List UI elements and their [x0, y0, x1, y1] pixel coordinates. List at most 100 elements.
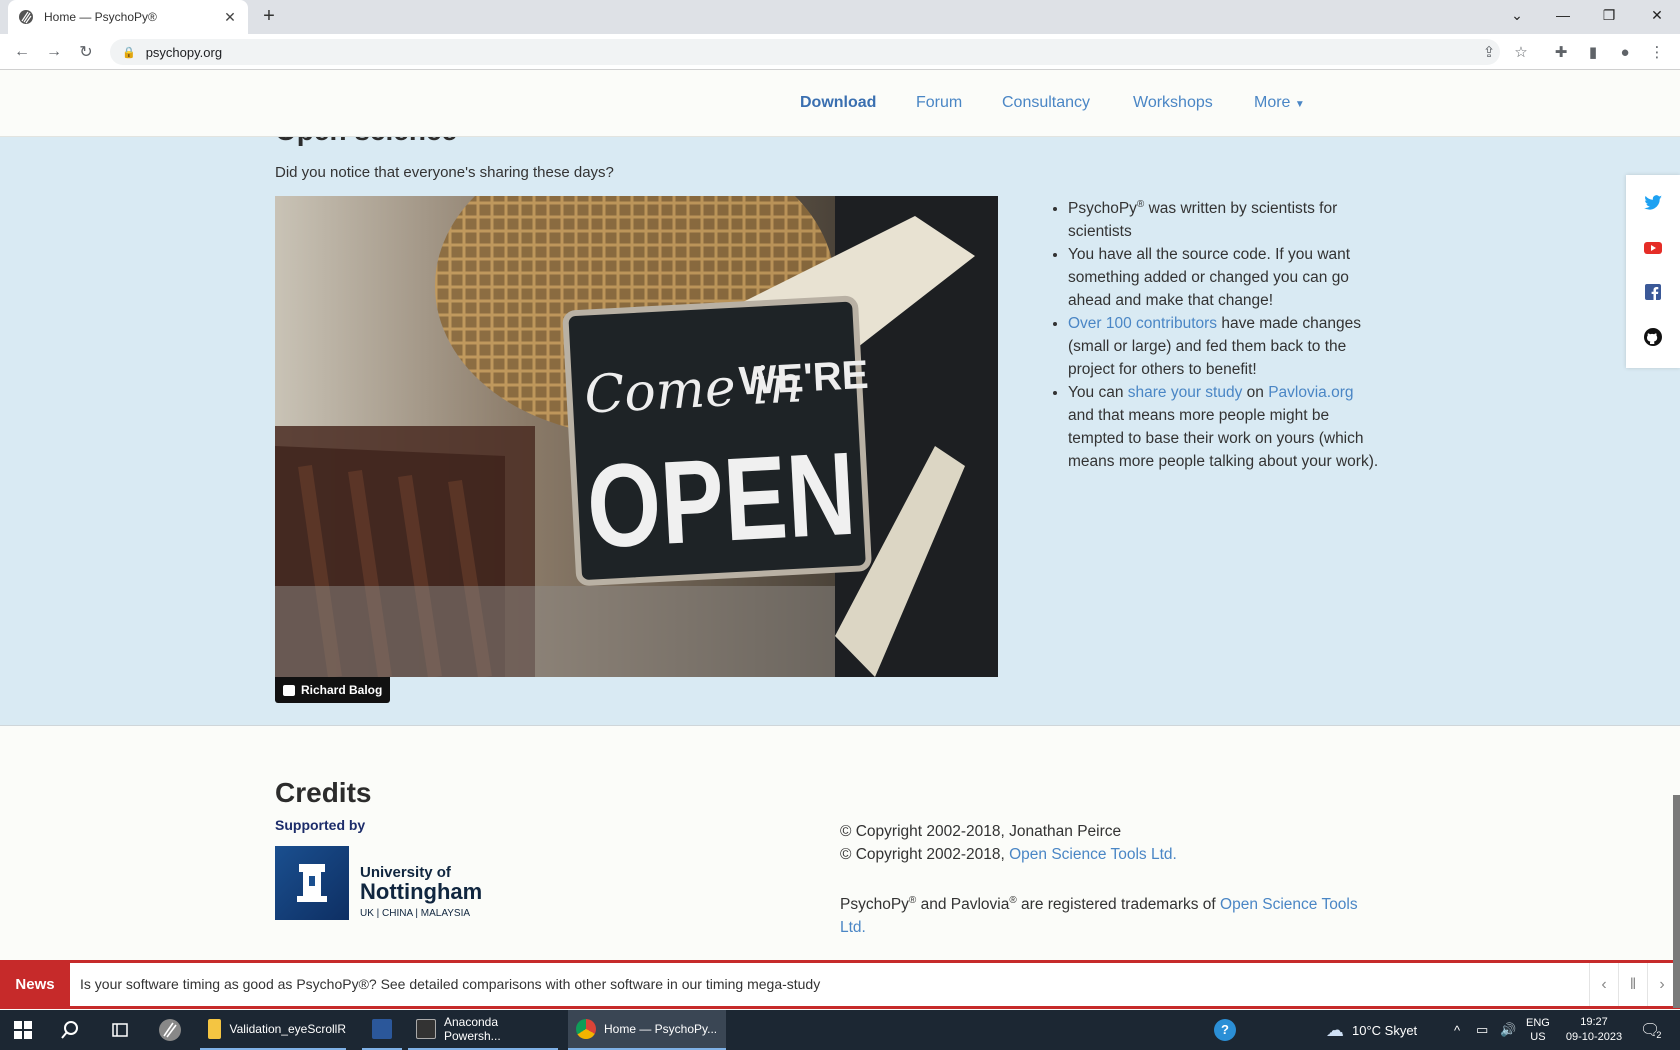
clock-time: 19:27 [1580, 1016, 1608, 1028]
nav-consultancy[interactable]: Consultancy [1002, 94, 1090, 112]
trademark-text: and Pavlovia [916, 896, 1010, 914]
bookmark-star-icon[interactable]: ☆ [1509, 40, 1533, 64]
nav-workshops[interactable]: Workshops [1133, 94, 1213, 112]
weather-widget[interactable]: ☁ 10°C Skyet [1326, 1010, 1417, 1050]
list-item: You have all the source code. If you wan… [1068, 243, 1380, 312]
taskbar-app-label: Anaconda Powersh... [443, 1015, 501, 1043]
notification-count: 2 [1656, 1030, 1662, 1040]
tray-chevron-icon[interactable]: ^ [1454, 1010, 1460, 1050]
pavlovia-link[interactable]: Pavlovia.org [1268, 384, 1353, 401]
trademark-text: are registered trademarks of [1016, 896, 1221, 914]
news-label: News [0, 963, 70, 1006]
copyright-text: © Copyright 2002-2018, [840, 846, 1010, 863]
help-icon[interactable]: ? [1214, 1010, 1236, 1050]
list-text: You have all the source code. If you wan… [1068, 246, 1351, 310]
open-sign-photo: Come in WE'RE OPEN [275, 196, 998, 677]
camera-icon [283, 684, 295, 696]
reload-icon[interactable]: ↻ [74, 40, 98, 64]
profile-icon[interactable]: ● [1613, 40, 1637, 64]
nottingham-logo[interactable]: University of Nottingham UK | CHINA | MA… [275, 846, 482, 920]
nottingham-crest-icon [275, 846, 349, 920]
psychopy-app-icon[interactable] [158, 1010, 182, 1050]
photo-credit-text: Richard Balog [301, 683, 383, 697]
nav-forum[interactable]: Forum [916, 94, 962, 112]
side-panel-icon[interactable]: ▮ [1581, 40, 1605, 64]
credits-section: Credits Supported by University of Notti… [0, 725, 1680, 960]
lang-code: ENG [1526, 1017, 1550, 1029]
ost-link[interactable]: Open Science Tools Ltd. [1009, 846, 1177, 863]
taskbar-app-word[interactable] [362, 1010, 402, 1050]
trademark-text: PsychoPy [840, 896, 909, 914]
open-sign-illustration: Come in WE'RE OPEN [275, 196, 998, 677]
cloud-icon: ☁ [1326, 1019, 1344, 1040]
notifications-icon[interactable]: 🗨 2 [1640, 1010, 1661, 1050]
clock-date: 09-10-2023 [1565, 1031, 1623, 1043]
url-text: psychopy.org [145, 44, 223, 60]
page-scrollbar-thumb[interactable] [1673, 795, 1680, 1008]
section-heading: Open science [275, 137, 457, 147]
lock-icon: 🔒 [122, 46, 136, 59]
section-subtitle: Did you notice that everyone's sharing t… [275, 164, 614, 181]
list-item: PsychoPy® was written by scientists for … [1068, 193, 1380, 243]
windows-logo-icon [14, 1021, 32, 1039]
taskbar-app-chrome[interactable]: Home — PsychoPy... [568, 1010, 726, 1050]
word-icon [372, 1019, 392, 1039]
new-tab-button[interactable]: + [258, 6, 280, 28]
list-text: You can [1068, 384, 1128, 402]
chrome-icon [576, 1019, 596, 1039]
close-tab-icon[interactable]: ✕ [222, 9, 238, 26]
contributors-link[interactable]: Over 100 contributors [1068, 315, 1217, 332]
logo-line-2: Nottingham [360, 879, 483, 904]
share-study-link[interactable]: share your study [1128, 384, 1243, 401]
network-icon[interactable]: ▭ [1476, 1010, 1488, 1050]
browser-tab[interactable]: Home — PsychoPy® ✕ [8, 0, 248, 34]
list-item: Over 100 contributors have made changes … [1068, 312, 1380, 381]
clock[interactable]: 19:27 09-10-2023 [1562, 1010, 1626, 1050]
list-text: and that means more people might be temp… [1068, 407, 1379, 471]
minimize-icon[interactable]: — [1540, 0, 1586, 30]
task-view-icon[interactable] [110, 1010, 130, 1050]
volume-icon[interactable]: 🔊 [1500, 1010, 1516, 1050]
facebook-icon[interactable] [1643, 282, 1663, 302]
close-window-icon[interactable]: ✕ [1634, 0, 1680, 30]
news-next-icon[interactable]: › [1647, 963, 1676, 1006]
taskbar-app-explorer[interactable]: Validation_eyeScrollR [200, 1010, 346, 1050]
social-sidebar [1626, 175, 1680, 368]
taskbar-app-anaconda[interactable]: Anaconda Powersh... [408, 1010, 558, 1050]
weather-text: 10°C Skyet [1352, 1022, 1418, 1038]
github-icon[interactable] [1643, 327, 1663, 347]
start-button[interactable] [14, 1010, 32, 1050]
news-pause-icon[interactable]: ‖ [1618, 963, 1647, 1006]
search-icon[interactable] [60, 1010, 80, 1050]
news-prev-icon[interactable]: ‹ [1589, 963, 1618, 1006]
extensions-icon[interactable]: ✚ [1549, 40, 1573, 64]
browser-tab-strip: Home — PsychoPy® ✕ + ⌄ — ❐ ✕ [0, 0, 1680, 34]
credits-heading: Credits [275, 777, 372, 808]
nav-download[interactable]: Download [800, 94, 876, 112]
nav-more-label: More [1254, 94, 1291, 111]
share-icon[interactable]: ⇪ [1477, 40, 1501, 64]
restore-icon[interactable]: ❐ [1586, 0, 1632, 30]
windows-taskbar: Validation_eyeScrollR Anaconda Powersh..… [0, 1010, 1680, 1050]
nav-more[interactable]: More ▼ [1254, 94, 1305, 112]
svg-text:WE'RE: WE'RE [738, 353, 870, 404]
open-science-section: Open science Did you notice that everyon… [0, 137, 1680, 725]
news-ticker: News Is your software timing as good as … [0, 960, 1680, 1009]
news-headline-link[interactable]: Is your software timing as good as Psych… [80, 976, 820, 992]
trademark-line: PsychoPy® and Pavlovia® are registered t… [840, 889, 1360, 939]
tab-title: Home — PsychoPy® [44, 10, 157, 24]
address-bar[interactable]: 🔒 psychopy.org [110, 39, 1500, 65]
twitter-icon[interactable] [1643, 193, 1663, 213]
folder-icon [208, 1019, 222, 1039]
copyright-line-2: © Copyright 2002-2018, Open Science Tool… [840, 843, 1360, 866]
language-indicator[interactable]: ENG US [1526, 1010, 1550, 1050]
tab-search-icon[interactable]: ⌄ [1494, 0, 1540, 30]
region-code: US [1530, 1031, 1546, 1043]
menu-kebab-icon[interactable]: ⋮ [1645, 40, 1669, 64]
forward-icon[interactable]: → [42, 40, 66, 64]
copyright-line-1: © Copyright 2002-2018, Jonathan Peirce [840, 823, 1122, 840]
youtube-icon[interactable] [1643, 238, 1663, 258]
taskbar-app-label: Home — PsychoPy... [604, 1022, 718, 1036]
photo-credit-badge[interactable]: Richard Balog [275, 677, 391, 703]
back-icon[interactable]: ← [10, 40, 34, 64]
